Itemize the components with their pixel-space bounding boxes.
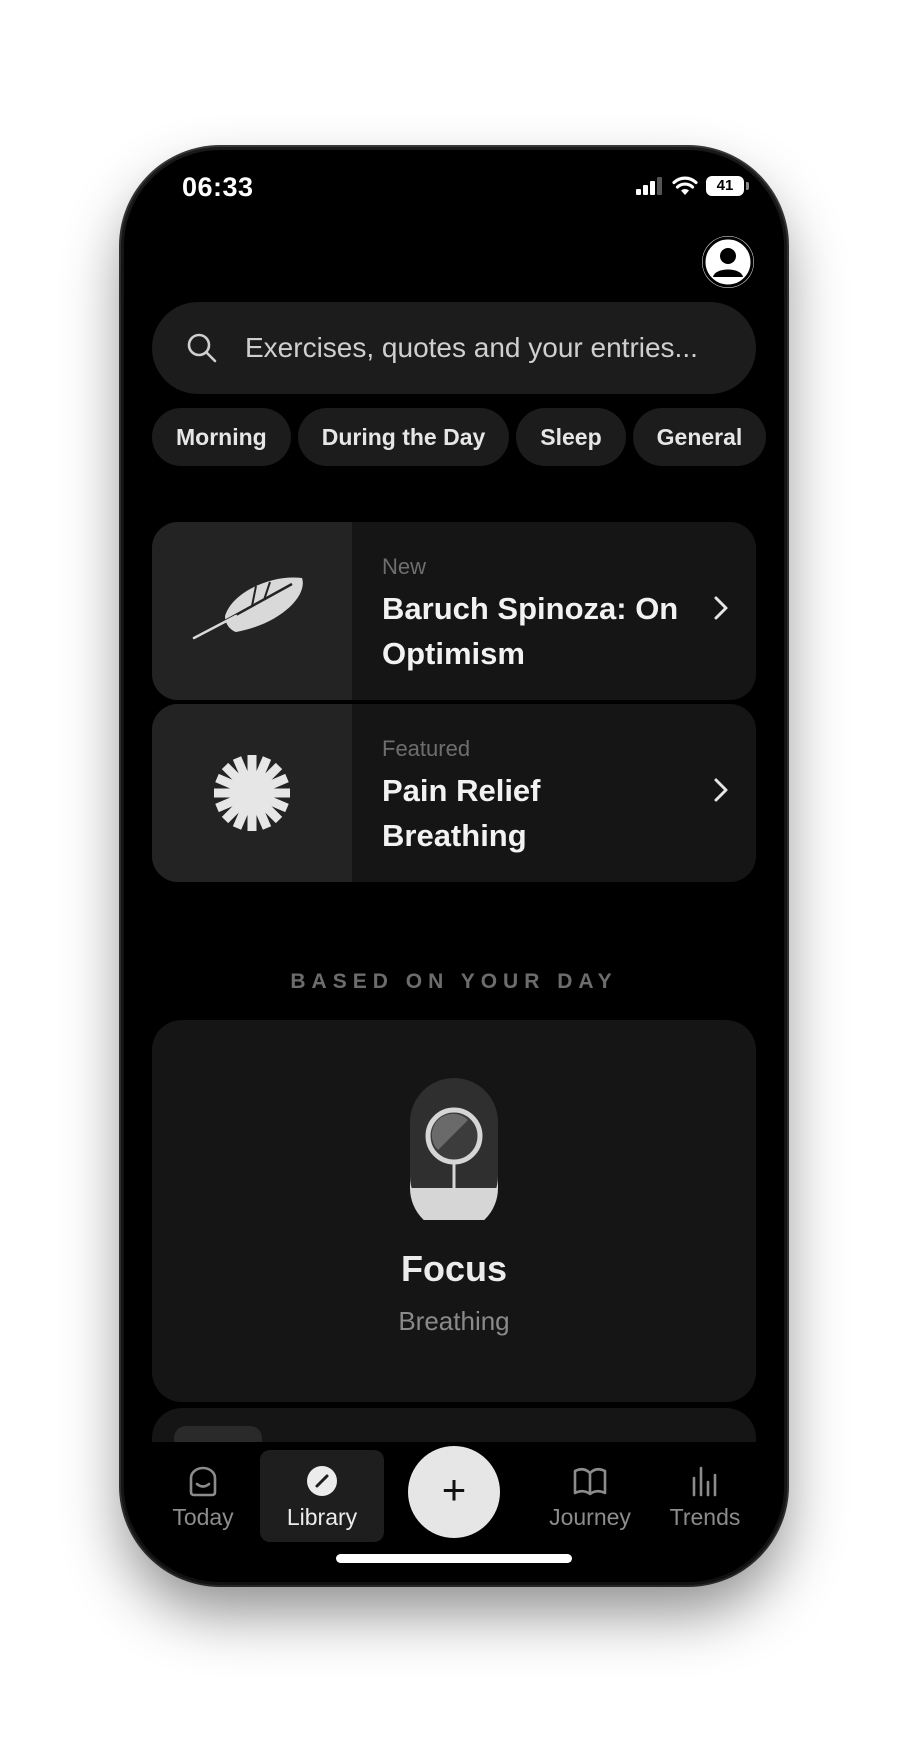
- plus-icon: +: [441, 1466, 467, 1513]
- focus-subtitle: Breathing: [398, 1306, 510, 1336]
- chevron-right-icon: [714, 778, 728, 802]
- card-kicker: Featured: [382, 736, 471, 761]
- tab-library[interactable]: Library: [260, 1450, 384, 1542]
- starburst-icon: [214, 755, 290, 831]
- status-bar: 06:33 41: [124, 150, 784, 220]
- search-icon: [187, 333, 217, 363]
- tab-journey-label: Journey: [549, 1504, 631, 1530]
- status-time: 06:33: [182, 172, 254, 202]
- bar-chart-icon: [692, 1466, 717, 1497]
- tab-trends[interactable]: Trends: [650, 1464, 760, 1531]
- search-input[interactable]: Exercises, quotes and your entries...: [152, 302, 756, 394]
- chip-general[interactable]: General: [632, 408, 767, 466]
- magnifier-capsule-icon: [410, 1078, 498, 1220]
- card-media: [152, 522, 352, 700]
- card-pain-relief-breathing[interactable]: Featured Pain Relief Breathing: [152, 704, 756, 882]
- feather-icon: [192, 577, 303, 640]
- home-icon: [189, 1466, 217, 1497]
- tab-today[interactable]: Today: [148, 1464, 258, 1531]
- battery-icon: 41: [706, 176, 749, 196]
- book-icon: [573, 1467, 607, 1496]
- card-kicker: New: [382, 554, 427, 579]
- search-placeholder: Exercises, quotes and your entries...: [245, 332, 698, 363]
- wifi-icon: [672, 176, 698, 195]
- add-entry-button[interactable]: +: [408, 1446, 500, 1538]
- cellular-signal-icon: [636, 177, 662, 195]
- card-title: Baruch Spinoza: On Optimism: [382, 591, 679, 671]
- category-chips: Morning During the Day Sleep General: [152, 408, 784, 466]
- tab-library-label: Library: [286, 1504, 358, 1530]
- card-media: [152, 704, 352, 882]
- chevron-right-icon: [714, 596, 728, 620]
- focus-card[interactable]: Focus Breathing: [152, 1020, 756, 1402]
- card-spinoza-optimism[interactable]: New Baruch Spinoza: On Optimism: [152, 522, 756, 700]
- status-icons: 41: [636, 176, 749, 196]
- chip-during-the-day[interactable]: During the Day: [297, 408, 510, 466]
- user-icon: [702, 236, 754, 288]
- focus-title: Focus: [400, 1248, 507, 1289]
- section-title: BASED ON YOUR DAY: [290, 970, 618, 993]
- tab-today-label: Today: [172, 1504, 234, 1530]
- phone-screen: 06:33 41 Exercises, quotes and your entr…: [124, 150, 784, 1582]
- home-indicator: [336, 1554, 572, 1563]
- chip-sleep[interactable]: Sleep: [516, 408, 626, 466]
- tab-journey[interactable]: Journey: [530, 1464, 650, 1531]
- tab-trends-label: Trends: [669, 1504, 741, 1530]
- card-title: Pain Relief Breathing: [382, 773, 541, 853]
- compass-icon: [307, 1466, 337, 1496]
- profile-avatar-button[interactable]: [702, 236, 754, 288]
- chip-morning[interactable]: Morning: [152, 408, 291, 466]
